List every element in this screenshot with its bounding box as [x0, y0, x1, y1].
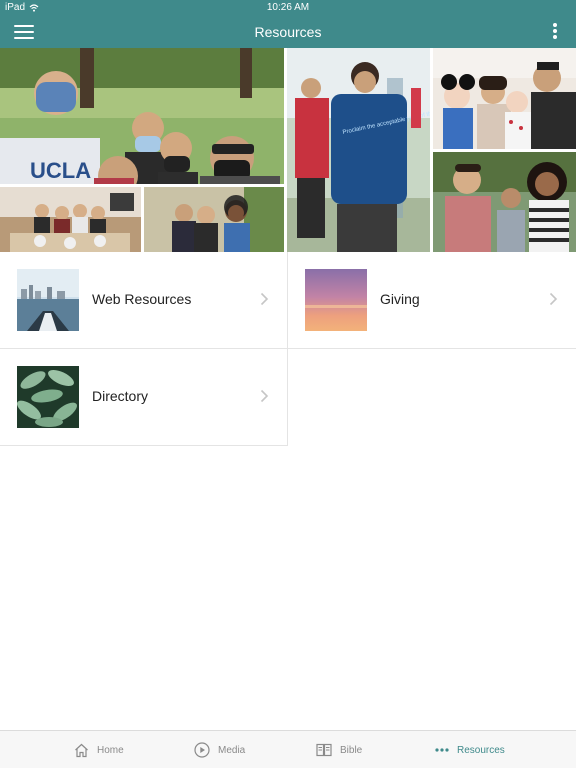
- tab-bible[interactable]: Bible: [316, 731, 362, 768]
- battery-area: [569, 3, 570, 14]
- resource-web-resources[interactable]: Web Resources: [0, 252, 288, 349]
- more-dots-icon: [435, 748, 449, 752]
- page-title: Resources: [254, 24, 322, 40]
- chevron-right-icon: [260, 292, 269, 306]
- resource-directory[interactable]: Directory: [0, 349, 288, 446]
- nav-bar: Resources: [0, 16, 576, 48]
- tab-bar: Home Media Bible Resources: [0, 730, 576, 768]
- collage-photo-family: [433, 152, 576, 252]
- tab-bible-label: Bible: [340, 744, 363, 756]
- directory-label: Directory: [92, 388, 149, 404]
- book-icon: [316, 743, 332, 757]
- directory-thumbnail: [17, 366, 79, 428]
- giving-label: Giving: [380, 291, 420, 307]
- tab-home-label: Home: [97, 744, 124, 756]
- web-resources-label: Web Resources: [92, 291, 192, 307]
- tab-resources[interactable]: Resources: [435, 731, 505, 768]
- battery-icon: [569, 10, 570, 11]
- tab-media-label: Media: [218, 744, 246, 756]
- chevron-right-icon: [260, 389, 269, 403]
- more-vertical-icon: [553, 23, 557, 27]
- more-options-button[interactable]: [552, 23, 558, 43]
- chevron-right-icon: [549, 292, 558, 306]
- collage-photo-group-selfie: UCLA: [0, 48, 284, 184]
- web-resources-thumbnail: [17, 269, 79, 331]
- tab-resources-label: Resources: [457, 744, 505, 756]
- collage-photo-volunteers: Proclaim the acceptable year of the Lord…: [287, 48, 430, 252]
- play-icon: [194, 742, 210, 758]
- status-bar: iPad 10:26 AM: [0, 0, 576, 16]
- giving-thumbnail: [305, 269, 367, 331]
- resource-giving[interactable]: Giving: [288, 252, 576, 349]
- status-time: 10:26 AM: [266, 2, 310, 13]
- svg-text:UCLA: UCLA: [30, 158, 91, 183]
- collage-photo-friends-indoors: [144, 187, 284, 252]
- photo-collage: UCLA Proclaim the acceptable of the: [0, 48, 576, 252]
- collage-photo-friends-dinner: [0, 187, 141, 252]
- collage-photo-mother-baby: [433, 48, 576, 149]
- home-icon: [75, 743, 88, 757]
- tab-media[interactable]: Media: [194, 731, 245, 768]
- tab-home[interactable]: Home: [74, 731, 124, 768]
